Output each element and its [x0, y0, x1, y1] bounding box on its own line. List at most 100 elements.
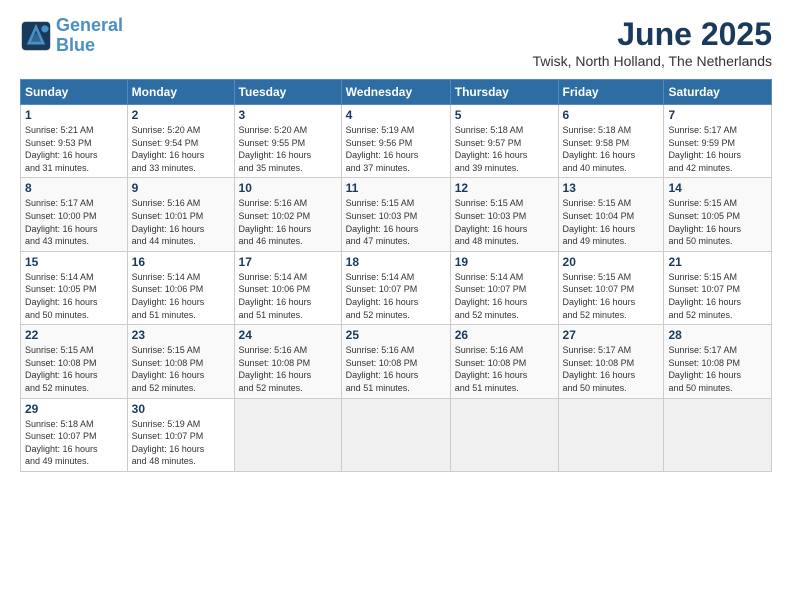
calendar-week-4: 22 Sunrise: 5:15 AM Sunset: 10:08 PM Dayl…	[21, 325, 772, 398]
day-info: Sunrise: 5:16 AM Sunset: 10:08 PM Daylig…	[346, 344, 446, 394]
calendar-week-2: 8 Sunrise: 5:17 AM Sunset: 10:00 PM Dayli…	[21, 178, 772, 251]
calendar-cell	[234, 398, 341, 471]
calendar-cell	[558, 398, 664, 471]
day-number: 10	[239, 181, 337, 195]
day-info: Sunrise: 5:14 AM Sunset: 10:06 PM Daylig…	[132, 271, 230, 321]
calendar-cell	[450, 398, 558, 471]
logo-text: General Blue	[56, 16, 123, 56]
calendar-cell: 21 Sunrise: 5:15 AM Sunset: 10:07 PM Dayl…	[664, 251, 772, 324]
logo: General Blue	[20, 16, 123, 56]
day-info: Sunrise: 5:14 AM Sunset: 10:07 PM Daylig…	[346, 271, 446, 321]
day-info: Sunrise: 5:15 AM Sunset: 10:03 PM Daylig…	[346, 197, 446, 247]
page: General Blue June 2025 Twisk, North Holl…	[0, 0, 792, 612]
day-info: Sunrise: 5:16 AM Sunset: 10:01 PM Daylig…	[132, 197, 230, 247]
calendar-cell: 22Sunrise: 5:15 AM Sunset: 10:08 PM Dayl…	[21, 325, 128, 398]
day-number: 17	[239, 255, 337, 269]
day-info: Sunrise: 5:17 AM Sunset: 10:00 PM Daylig…	[25, 197, 123, 247]
calendar-cell: 8 Sunrise: 5:17 AM Sunset: 10:00 PM Dayli…	[21, 178, 128, 251]
day-info: Sunrise: 5:18 AM Sunset: 9:57 PM Dayligh…	[455, 124, 554, 174]
weekday-header-thursday: Thursday	[450, 80, 558, 105]
day-number: 11	[346, 181, 446, 195]
calendar-cell: 24Sunrise: 5:16 AM Sunset: 10:08 PM Dayl…	[234, 325, 341, 398]
day-info: Sunrise: 5:14 AM Sunset: 10:07 PM Daylig…	[455, 271, 554, 321]
calendar-cell: 12Sunrise: 5:15 AM Sunset: 10:03 PM Dayl…	[450, 178, 558, 251]
day-number: 15	[25, 255, 123, 269]
day-info: Sunrise: 5:20 AM Sunset: 9:54 PM Dayligh…	[132, 124, 230, 174]
calendar-week-5: 29 Sunrise: 5:18 AM Sunset: 10:07 PM Dayl…	[21, 398, 772, 471]
day-info: Sunrise: 5:19 AM Sunset: 10:07 PM Daylig…	[132, 418, 230, 468]
calendar-cell	[341, 398, 450, 471]
day-number: 21	[668, 255, 767, 269]
day-number: 28	[668, 328, 767, 342]
weekday-header-saturday: Saturday	[664, 80, 772, 105]
calendar-cell: 26Sunrise: 5:16 AM Sunset: 10:08 PM Dayl…	[450, 325, 558, 398]
day-info: Sunrise: 5:15 AM Sunset: 10:07 PM Daylig…	[668, 271, 767, 321]
day-number: 8	[25, 181, 123, 195]
day-number: 16	[132, 255, 230, 269]
day-info: Sunrise: 5:17 AM Sunset: 10:08 PM Daylig…	[563, 344, 660, 394]
calendar-cell: 20Sunrise: 5:15 AM Sunset: 10:07 PM Dayl…	[558, 251, 664, 324]
day-info: Sunrise: 5:20 AM Sunset: 9:55 PM Dayligh…	[239, 124, 337, 174]
calendar-cell: 1 Sunrise: 5:21 AM Sunset: 9:53 PM Daylig…	[21, 105, 128, 178]
weekday-header-friday: Friday	[558, 80, 664, 105]
calendar-cell: 2 Sunrise: 5:20 AM Sunset: 9:54 PM Daylig…	[127, 105, 234, 178]
day-info: Sunrise: 5:18 AM Sunset: 10:07 PM Daylig…	[25, 418, 123, 468]
day-info: Sunrise: 5:16 AM Sunset: 10:08 PM Daylig…	[455, 344, 554, 394]
day-number: 2	[132, 108, 230, 122]
calendar-cell: 9 Sunrise: 5:16 AM Sunset: 10:01 PM Dayli…	[127, 178, 234, 251]
day-number: 5	[455, 108, 554, 122]
day-number: 23	[132, 328, 230, 342]
day-number: 4	[346, 108, 446, 122]
location-title: Twisk, North Holland, The Netherlands	[533, 53, 772, 69]
day-info: Sunrise: 5:15 AM Sunset: 10:03 PM Daylig…	[455, 197, 554, 247]
calendar-cell: 10 Sunrise: 5:16 AM Sunset: 10:02 PM Dayl…	[234, 178, 341, 251]
calendar-cell: 5 Sunrise: 5:18 AM Sunset: 9:57 PM Daylig…	[450, 105, 558, 178]
month-title: June 2025	[533, 16, 772, 53]
day-info: Sunrise: 5:21 AM Sunset: 9:53 PM Dayligh…	[25, 124, 123, 174]
calendar-cell: 13Sunrise: 5:15 AM Sunset: 10:04 PM Dayl…	[558, 178, 664, 251]
day-info: Sunrise: 5:15 AM Sunset: 10:08 PM Daylig…	[132, 344, 230, 394]
calendar-cell	[664, 398, 772, 471]
day-info: Sunrise: 5:16 AM Sunset: 10:02 PM Daylig…	[239, 197, 337, 247]
day-number: 9	[132, 181, 230, 195]
calendar-week-1: 1 Sunrise: 5:21 AM Sunset: 9:53 PM Daylig…	[21, 105, 772, 178]
calendar-cell: 30 Sunrise: 5:19 AM Sunset: 10:07 PM Dayl…	[127, 398, 234, 471]
day-info: Sunrise: 5:15 AM Sunset: 10:05 PM Daylig…	[668, 197, 767, 247]
day-info: Sunrise: 5:17 AM Sunset: 9:59 PM Dayligh…	[668, 124, 767, 174]
calendar-cell: 27 Sunrise: 5:17 AM Sunset: 10:08 PM Dayl…	[558, 325, 664, 398]
day-number: 27	[563, 328, 660, 342]
calendar-cell: 28 Sunrise: 5:17 AM Sunset: 10:08 PM Dayl…	[664, 325, 772, 398]
day-info: Sunrise: 5:14 AM Sunset: 10:06 PM Daylig…	[239, 271, 337, 321]
calendar-cell: 15 Sunrise: 5:14 AM Sunset: 10:05 PM Dayl…	[21, 251, 128, 324]
calendar-cell: 17 Sunrise: 5:14 AM Sunset: 10:06 PM Dayl…	[234, 251, 341, 324]
day-info: Sunrise: 5:17 AM Sunset: 10:08 PM Daylig…	[668, 344, 767, 394]
calendar-table: SundayMondayTuesdayWednesdayThursdayFrid…	[20, 79, 772, 472]
day-info: Sunrise: 5:16 AM Sunset: 10:08 PM Daylig…	[239, 344, 337, 394]
calendar-cell: 11 Sunrise: 5:15 AM Sunset: 10:03 PM Dayl…	[341, 178, 450, 251]
calendar-cell: 16 Sunrise: 5:14 AM Sunset: 10:06 PM Dayl…	[127, 251, 234, 324]
calendar-cell: 23 Sunrise: 5:15 AM Sunset: 10:08 PM Dayl…	[127, 325, 234, 398]
day-number: 1	[25, 108, 123, 122]
calendar-cell: 7 Sunrise: 5:17 AM Sunset: 9:59 PM Daylig…	[664, 105, 772, 178]
day-number: 20	[563, 255, 660, 269]
day-number: 7	[668, 108, 767, 122]
day-info: Sunrise: 5:15 AM Sunset: 10:04 PM Daylig…	[563, 197, 660, 247]
calendar-week-3: 15 Sunrise: 5:14 AM Sunset: 10:05 PM Dayl…	[21, 251, 772, 324]
calendar-cell: 19 Sunrise: 5:14 AM Sunset: 10:07 PM Dayl…	[450, 251, 558, 324]
day-info: Sunrise: 5:19 AM Sunset: 9:56 PM Dayligh…	[346, 124, 446, 174]
calendar-cell: 18Sunrise: 5:14 AM Sunset: 10:07 PM Dayl…	[341, 251, 450, 324]
title-block: June 2025 Twisk, North Holland, The Neth…	[533, 16, 772, 69]
weekday-header-tuesday: Tuesday	[234, 80, 341, 105]
header: General Blue June 2025 Twisk, North Holl…	[20, 16, 772, 69]
weekday-header-wednesday: Wednesday	[341, 80, 450, 105]
weekday-header-monday: Monday	[127, 80, 234, 105]
day-number: 22	[25, 328, 123, 342]
day-number: 30	[132, 402, 230, 416]
day-number: 14	[668, 181, 767, 195]
logo-icon	[20, 20, 52, 52]
day-number: 29	[25, 402, 123, 416]
day-info: Sunrise: 5:14 AM Sunset: 10:05 PM Daylig…	[25, 271, 123, 321]
calendar-header-row: SundayMondayTuesdayWednesdayThursdayFrid…	[21, 80, 772, 105]
day-number: 19	[455, 255, 554, 269]
day-number: 6	[563, 108, 660, 122]
